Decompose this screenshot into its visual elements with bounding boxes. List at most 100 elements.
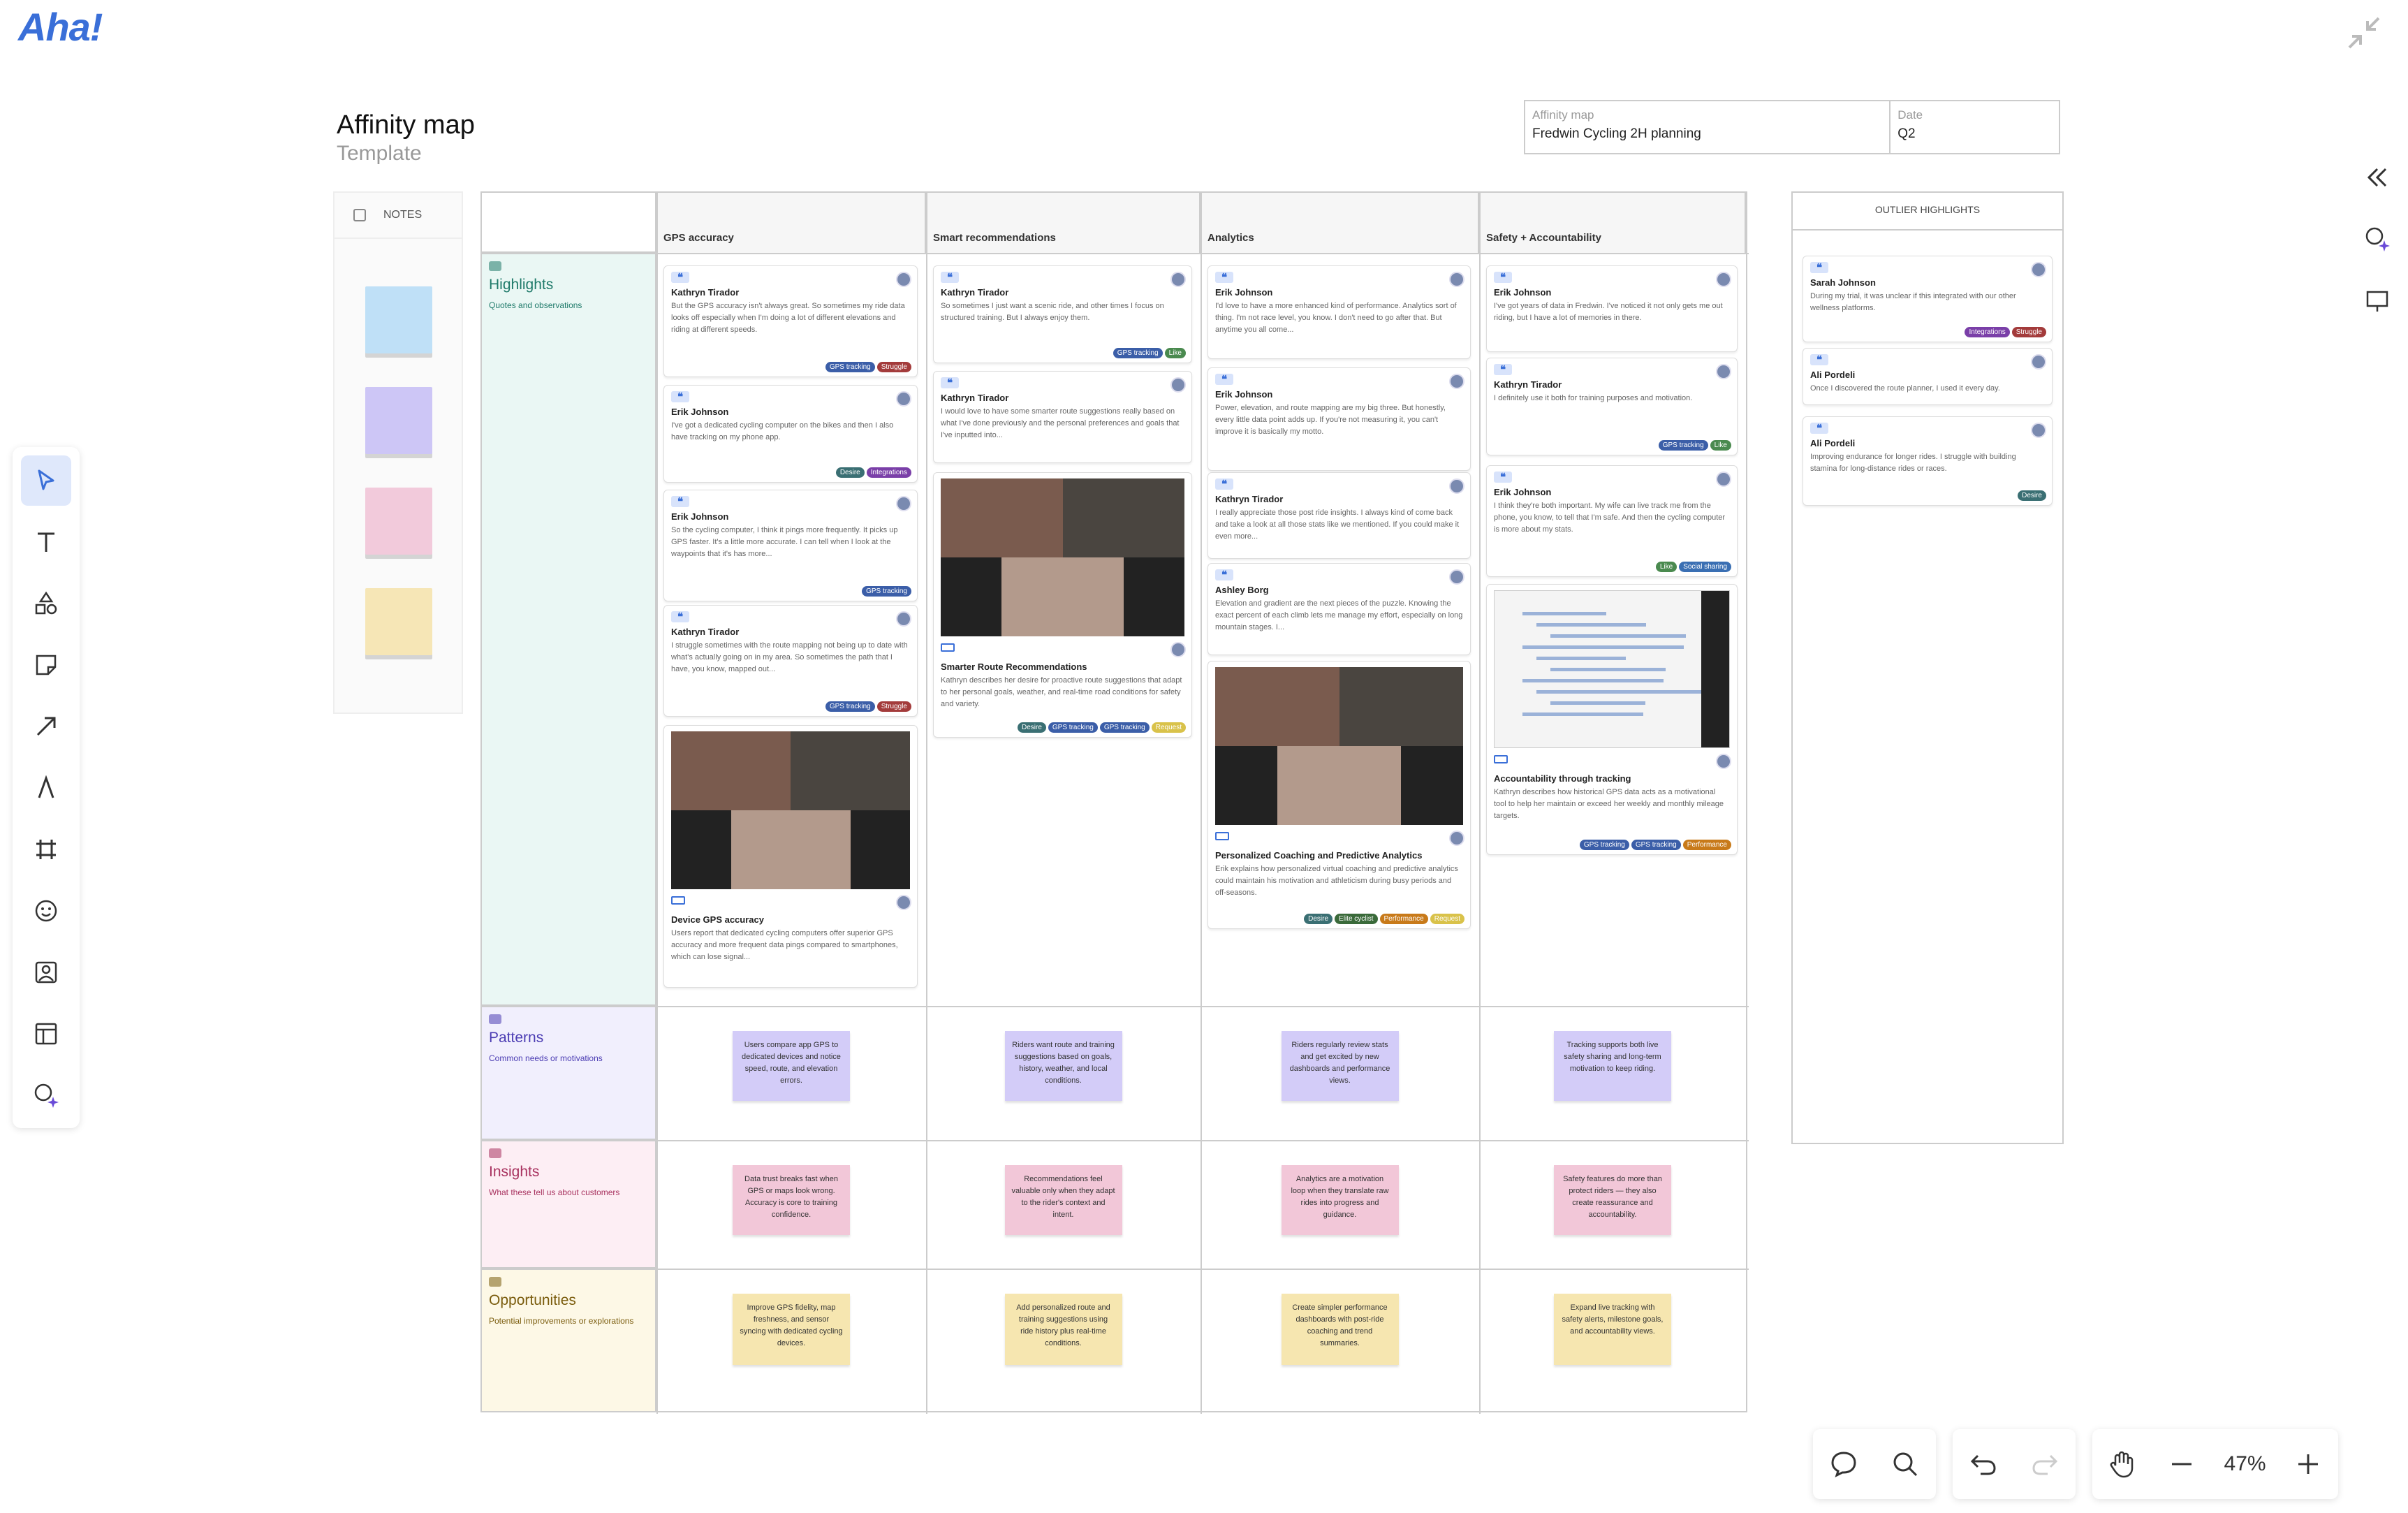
video-highlight-card[interactable]: Smarter Route Recommendations Kathryn des…: [933, 472, 1192, 738]
tag[interactable]: Desire: [835, 467, 865, 478]
tag-list: GPS tracking Struggle: [825, 701, 911, 712]
tag[interactable]: GPS tracking: [825, 362, 875, 372]
ai-tool[interactable]: [21, 1070, 71, 1120]
zoom-out-button[interactable]: [2152, 1433, 2211, 1495]
opportunitie-sticky-note[interactable]: Create simpler performance dashboards wi…: [1281, 1294, 1399, 1365]
tag[interactable]: GPS tracking: [1658, 440, 1708, 451]
sticky-blue[interactable]: [365, 286, 432, 353]
ai-assistant-button[interactable]: [2361, 222, 2394, 256]
video-thumbnail[interactable]: [1215, 667, 1463, 825]
card-quote: I struggle sometimes with the route mapp…: [671, 641, 908, 673]
opportunitie-sticky-note[interactable]: Expand live tracking with safety alerts,…: [1554, 1294, 1671, 1365]
sticky-note-tool[interactable]: [21, 640, 71, 690]
tag[interactable]: Like: [1655, 562, 1677, 572]
pattern-sticky-note[interactable]: Tracking supports both live safety shari…: [1554, 1031, 1671, 1101]
highlight-card[interactable]: ❝ Kathryn Tirador But the GPS accuracy isn…: [663, 265, 918, 377]
tag[interactable]: Desire: [1304, 914, 1333, 924]
insight-sticky-note[interactable]: Recommendations feel valuable only when …: [1004, 1165, 1122, 1235]
sticky-yellow[interactable]: [365, 588, 432, 655]
pan-button[interactable]: [2092, 1433, 2152, 1495]
pattern-sticky-note[interactable]: Riders want route and training suggestio…: [1004, 1031, 1122, 1101]
tag[interactable]: Like: [1164, 348, 1186, 358]
video-highlight-card[interactable]: Personalized Coaching and Predictive Ana…: [1207, 661, 1471, 929]
video-thumbnail[interactable]: [941, 478, 1184, 636]
tag[interactable]: GPS tracking: [1048, 722, 1098, 733]
frame-tool[interactable]: [21, 824, 71, 875]
board-title[interactable]: Affinity map: [337, 110, 475, 140]
pattern-sticky-note[interactable]: Users compare app GPS to dedicated devic…: [733, 1031, 850, 1101]
highlight-card[interactable]: ❝ Erik Johnson I've got years of data in F…: [1486, 265, 1738, 352]
exit-fullscreen-icon[interactable]: [2347, 15, 2381, 50]
tag[interactable]: Like: [1710, 440, 1731, 451]
aha-logo[interactable]: Aha!: [18, 4, 103, 50]
tag[interactable]: GPS tracking: [1113, 348, 1163, 358]
shapes-tool[interactable]: [21, 578, 71, 629]
shapes-icon: [35, 591, 57, 615]
tag[interactable]: Performance: [1379, 914, 1428, 924]
sticky-purple[interactable]: [365, 387, 432, 454]
highlight-card[interactable]: ❝ Sarah Johnson During my trial, it was un…: [1803, 256, 2053, 342]
arrow-tool[interactable]: [21, 701, 71, 752]
video-highlight-card[interactable]: Device GPS accuracy Users report that ded…: [663, 725, 918, 988]
sticker-tool[interactable]: [21, 886, 71, 936]
highlight-card[interactable]: ❝ Ashley Borg Elevation and gradient are t…: [1207, 563, 1471, 655]
highlight-card[interactable]: ❝ Erik Johnson I'd love to have a more enh…: [1207, 265, 1471, 359]
highlight-card[interactable]: ❝ Erik Johnson I think they're both import…: [1486, 465, 1738, 577]
comment-button[interactable]: [1813, 1433, 1874, 1495]
insight-sticky-note[interactable]: Data trust breaks fast when GPS or maps …: [733, 1165, 850, 1235]
highlight-card[interactable]: ❝ Kathryn Tirador I really appreciate thos…: [1207, 472, 1471, 559]
tag[interactable]: Performance: [1682, 840, 1731, 850]
template-tool[interactable]: [21, 1009, 71, 1059]
tag[interactable]: GPS tracking: [1631, 840, 1681, 850]
highlight-card[interactable]: ❝ Kathryn Tirador I struggle sometimes wit…: [663, 605, 918, 717]
undo-button[interactable]: [1953, 1433, 2014, 1495]
redo-button[interactable]: [2014, 1433, 2076, 1495]
highlight-card[interactable]: ❝ Kathryn Tirador So sometimes I just want…: [933, 265, 1192, 363]
tag[interactable]: Request: [1151, 722, 1186, 733]
tag[interactable]: GPS tracking: [825, 701, 875, 712]
highlight-card[interactable]: ❝ Ali Pordeli Improving endurance for long…: [1803, 416, 2053, 506]
highlight-card[interactable]: ❝ Erik Johnson I've got a dedicated cyclin…: [663, 385, 918, 483]
present-button[interactable]: [2361, 284, 2394, 317]
column-divider: [656, 193, 658, 1414]
collapse-panel-button[interactable]: [2361, 161, 2394, 194]
video-thumbnail[interactable]: [671, 731, 910, 889]
tag[interactable]: Integrations: [1965, 327, 2010, 337]
tag[interactable]: Elite cyclist: [1335, 914, 1378, 924]
avatar: [896, 496, 911, 511]
tag[interactable]: Struggle: [2011, 327, 2046, 337]
video-highlight-card[interactable]: Accountability through tracking Kathryn d…: [1486, 584, 1738, 855]
meta-affinity-map[interactable]: Affinity map Fredwin Cycling 2H planning: [1525, 101, 1891, 153]
highlight-card[interactable]: ❝ Kathryn Tirador I would love to have som…: [933, 371, 1192, 463]
screen-recording-thumbnail[interactable]: [1494, 590, 1730, 748]
image-tool[interactable]: [21, 947, 71, 997]
select-tool[interactable]: [21, 455, 71, 506]
tag[interactable]: GPS tracking: [1099, 722, 1150, 733]
tag[interactable]: Integrations: [866, 467, 911, 478]
meta-date[interactable]: Date Q2: [1891, 101, 2059, 153]
tag[interactable]: Struggle: [876, 701, 911, 712]
opportunitie-sticky-note[interactable]: Add personalized route and training sugg…: [1004, 1294, 1122, 1365]
tag[interactable]: Struggle: [876, 362, 911, 372]
tag[interactable]: Desire: [1018, 722, 1046, 733]
zoom-in-button[interactable]: [2279, 1433, 2338, 1495]
opportunitie-sticky-note[interactable]: Improve GPS fidelity, map freshness, and…: [733, 1294, 850, 1365]
tag[interactable]: Desire: [2018, 490, 2046, 501]
tag[interactable]: Social sharing: [1679, 562, 1731, 572]
pattern-sticky-note[interactable]: Riders regularly review stats and get ex…: [1281, 1031, 1399, 1101]
zoom-level[interactable]: 47%: [2211, 1452, 2279, 1476]
pen-tool[interactable]: [21, 763, 71, 813]
highlight-card[interactable]: ❝ Erik Johnson Power, elevation, and route…: [1207, 367, 1471, 471]
tag[interactable]: GPS tracking: [1579, 840, 1629, 850]
tag[interactable]: GPS tracking: [862, 586, 911, 597]
sticky-pink[interactable]: [365, 488, 432, 555]
tag[interactable]: Request: [1430, 914, 1464, 924]
highlight-card[interactable]: ❝ Kathryn Tirador I definitely use it both…: [1486, 358, 1738, 455]
search-button[interactable]: [1874, 1433, 1936, 1495]
insight-sticky-note[interactable]: Safety features do more than protect rid…: [1554, 1165, 1671, 1235]
insight-sticky-note[interactable]: Analytics are a motivation loop when the…: [1281, 1165, 1399, 1235]
highlight-card[interactable]: ❝ Ali Pordeli Once I discovered the route …: [1803, 348, 2053, 405]
text-tool[interactable]: [21, 517, 71, 567]
card-author: Erik Johnson: [1215, 287, 1273, 298]
highlight-card[interactable]: ❝ Erik Johnson So the cycling computer, I …: [663, 490, 918, 601]
